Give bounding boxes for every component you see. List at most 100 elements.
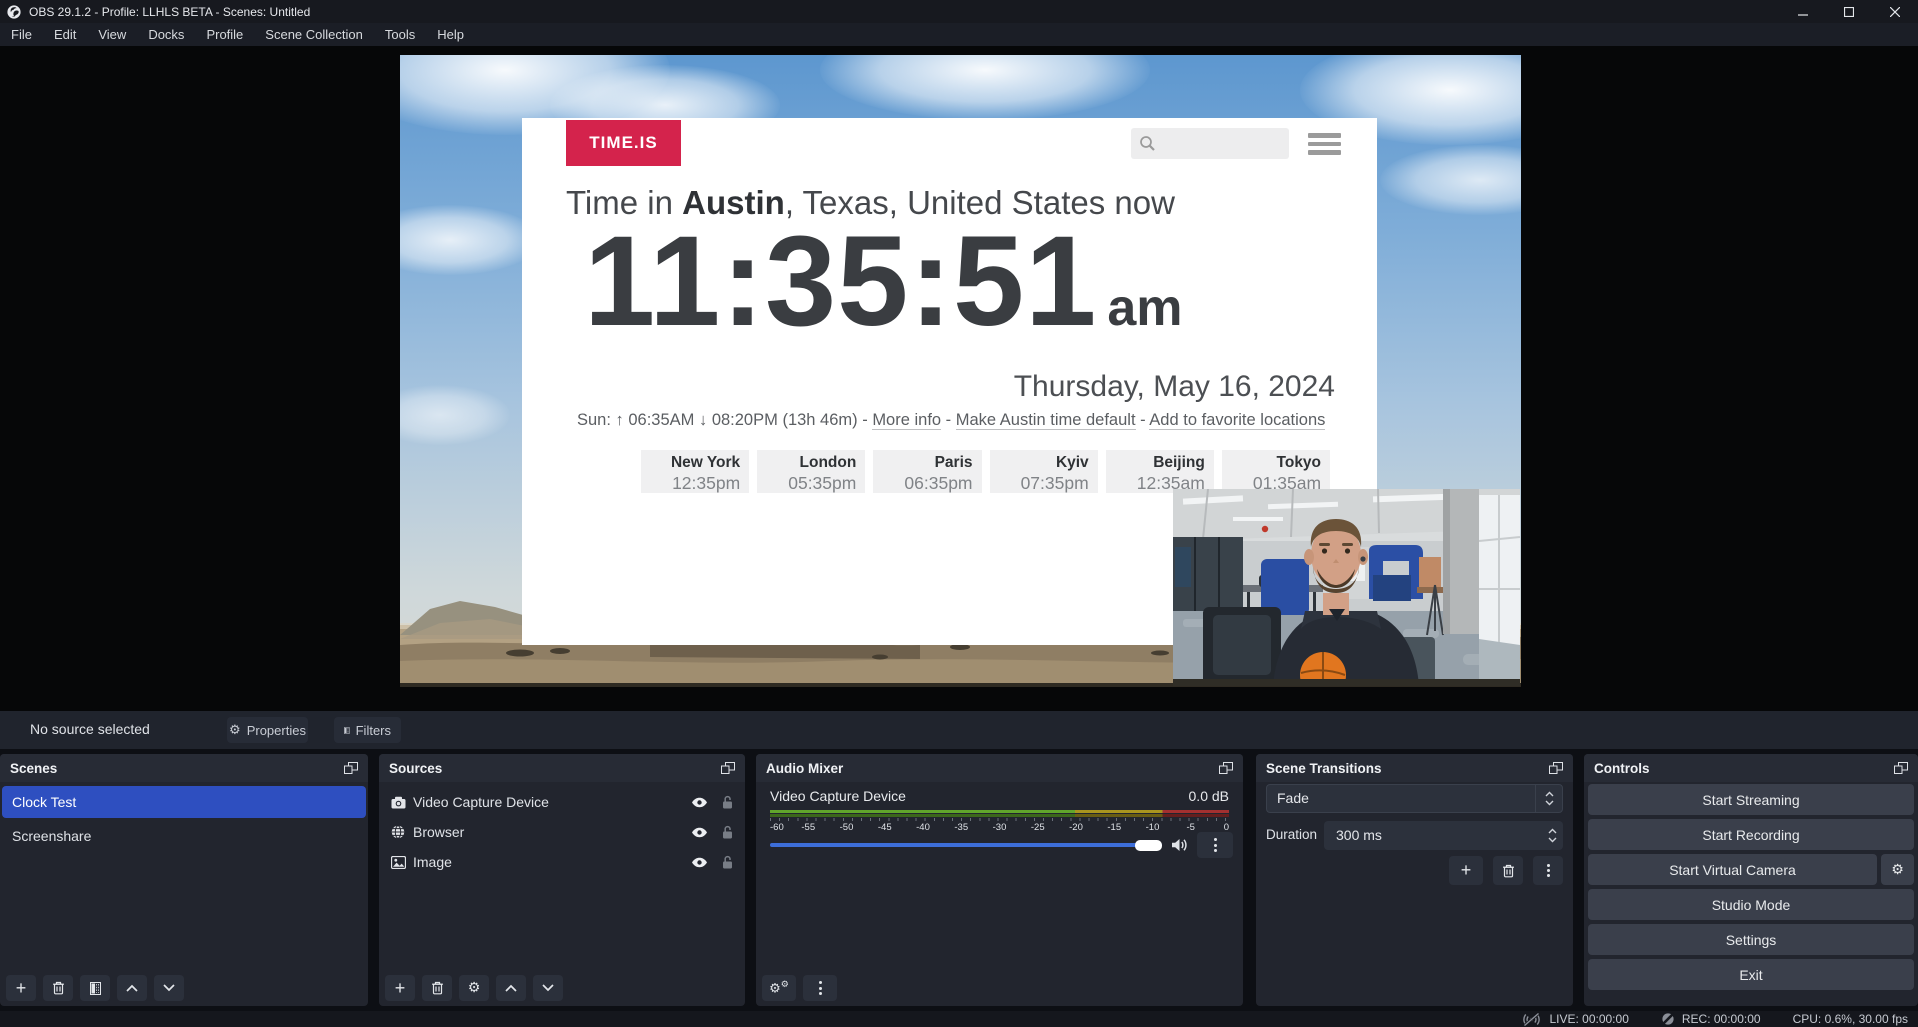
audio-mixer-toolbar: ⚙⚙ [762,975,837,1001]
volume-slider-handle[interactable] [1135,840,1162,851]
add-favorite-link[interactable]: Add to favorite locations [1149,411,1325,430]
controls-header[interactable]: Controls [1584,754,1918,782]
minimize-button[interactable] [1780,0,1826,23]
cloud-decoration [820,55,1150,120]
dock-area: Scenes Clock Test Screenshare + Sources … [0,749,1918,1011]
maximize-button[interactable] [1826,0,1872,23]
properties-button[interactable]: ⚙ Properties [227,717,308,743]
timeis-logo[interactable]: TIME.IS [566,120,681,166]
mixer-channel-menu-button[interactable] [1197,832,1233,858]
city-name: Beijing [1106,454,1205,472]
source-item-image[interactable]: Image [379,847,745,877]
add-source-button[interactable]: + [385,975,415,1001]
menu-item-tools[interactable]: Tools [374,23,426,46]
move-scene-down-button[interactable] [154,975,184,1001]
advanced-audio-button[interactable]: ⚙⚙ [762,975,796,1001]
speaker-icon[interactable] [1171,838,1188,852]
scene-item-screenshare[interactable]: Screenshare [2,820,366,852]
remove-transition-button[interactable] [1493,856,1523,885]
lock-icon[interactable] [722,855,733,869]
city-time: 12:35pm [641,473,740,494]
sources-title: Sources [389,761,442,776]
menu-item-view[interactable]: View [87,23,137,46]
lock-icon[interactable] [722,825,733,839]
city-name: Kyiv [990,454,1089,472]
move-source-down-button[interactable] [533,975,563,1001]
live-timer: LIVE: 00:00:00 [1549,1012,1628,1026]
city-tile-new-york[interactable]: New York12:35pm [641,450,749,493]
city-tile-kyiv[interactable]: Kyiv07:35pm [990,450,1098,493]
status-bar: LIVE: 00:00:00 REC: 00:00:00 CPU: 0.6%, … [0,1011,1918,1027]
mixer-menu-button[interactable] [803,975,837,1001]
studio-mode-button[interactable]: Studio Mode [1588,889,1914,920]
source-item-video-capture[interactable]: Video Capture Device [379,787,745,817]
popout-icon[interactable] [721,762,735,774]
add-transition-button[interactable]: + [1449,856,1483,885]
popout-icon[interactable] [1894,762,1908,774]
menu-item-scene-collection[interactable]: Scene Collection [254,23,374,46]
start-streaming-button[interactable]: Start Streaming [1588,784,1914,815]
source-item-browser[interactable]: Browser [379,817,745,847]
plus-icon: + [16,978,27,999]
scene-transitions-header[interactable]: Scene Transitions [1256,754,1573,782]
search-input[interactable] [1131,128,1289,159]
city-tile-london[interactable]: London05:35pm [757,450,865,493]
trash-icon [431,981,444,995]
settings-button[interactable]: Settings [1588,924,1914,955]
audio-mixer-header[interactable]: Audio Mixer [756,754,1243,782]
preview-area[interactable]: TIME.IS Time in Austin, Texas, United St… [0,46,1918,711]
start-recording-button[interactable]: Start Recording [1588,819,1914,850]
virtual-camera-row: Start Virtual Camera ⚙ [1588,854,1914,885]
visibility-eye-icon[interactable] [691,857,708,868]
hamburger-menu-icon[interactable] [1308,133,1341,159]
popout-icon[interactable] [344,762,358,774]
remove-source-button[interactable] [422,975,452,1001]
menu-item-docks[interactable]: Docks [137,23,195,46]
menu-item-profile[interactable]: Profile [195,23,254,46]
controls-title: Controls [1594,761,1650,776]
virtual-camera-config-button[interactable]: ⚙ [1881,854,1914,885]
sources-toolbar: + ⚙ [385,975,563,1001]
exit-button[interactable]: Exit [1588,959,1914,990]
clock-meridiem: am [1107,279,1182,337]
source-properties-button[interactable]: ⚙ [459,975,489,1001]
combo-arrows[interactable] [1535,785,1562,812]
source-status-text: No source selected [30,721,150,737]
scene-item-clock-test[interactable]: Clock Test [2,786,366,818]
transition-menu-button[interactable] [1533,856,1563,885]
chevron-down-icon [1548,837,1557,843]
remove-scene-button[interactable] [43,975,73,1001]
duration-spinbox[interactable]: 300 ms [1324,821,1563,850]
popout-icon[interactable] [1549,762,1563,774]
sources-header[interactable]: Sources [379,754,745,782]
source-label: Image [413,854,452,870]
more-info-link[interactable]: More info [872,411,941,430]
dots-vertical-icon [1547,862,1550,880]
titlebar: OBS 29.1.2 - Profile: LLHLS BETA - Scene… [0,0,1918,23]
transition-select[interactable]: Fade [1266,784,1563,813]
menu-item-help[interactable]: Help [426,23,475,46]
popout-icon[interactable] [1219,762,1233,774]
city-tile-paris[interactable]: Paris06:35pm [873,450,981,493]
volume-slider[interactable] [770,843,1162,847]
move-scene-up-button[interactable] [117,975,147,1001]
clock-display: 11:35:51am [584,218,1182,346]
city-tile-beijing[interactable]: Beijing12:35am [1106,450,1214,493]
visibility-eye-icon[interactable] [691,827,708,838]
add-scene-button[interactable]: + [6,975,36,1001]
make-default-link[interactable]: Make Austin time default [956,411,1136,430]
program-canvas[interactable]: TIME.IS Time in Austin, Texas, United St… [400,55,1521,687]
start-virtual-camera-button[interactable]: Start Virtual Camera [1588,854,1877,885]
visibility-eye-icon[interactable] [691,797,708,808]
filters-button[interactable]: Filters [334,717,401,743]
menu-item-file[interactable]: File [0,23,43,46]
spin-arrows[interactable] [1548,821,1557,850]
scene-filters-button[interactable] [80,975,110,1001]
city-tile-tokyo[interactable]: Tokyo01:35am [1222,450,1330,493]
close-button[interactable] [1872,0,1918,23]
lock-icon[interactable] [722,795,733,809]
move-source-up-button[interactable] [496,975,526,1001]
menu-item-edit[interactable]: Edit [43,23,87,46]
sun-info: Sun: ↑ 06:35AM ↓ 08:20PM (13h 46m) - Mor… [577,411,1325,430]
scenes-header[interactable]: Scenes [0,754,368,782]
